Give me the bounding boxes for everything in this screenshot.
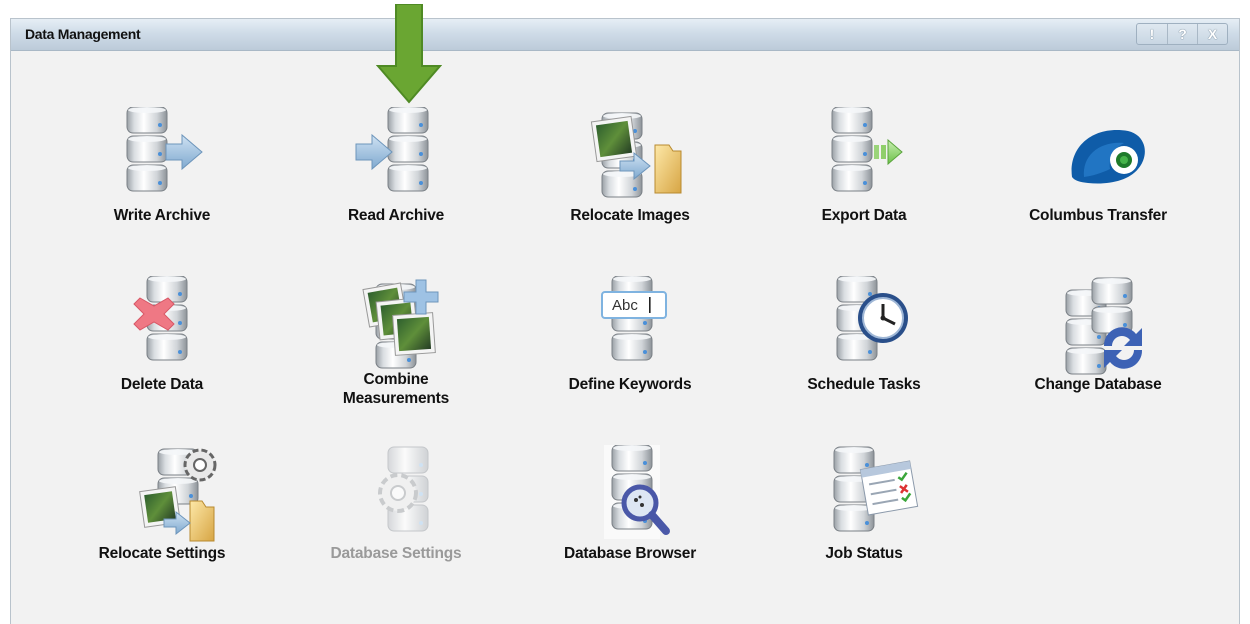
job-status-tile[interactable]: Job Status [764,445,964,595]
job-status-checklist-icon [833,446,919,532]
tile-label: Write Archive [113,207,211,224]
database-export-data-icon [804,107,903,207]
tile-label: Columbus Transfer [1029,207,1167,224]
tile-label: Relocate Images [570,207,690,224]
export-data-tile[interactable]: Export Data [764,107,964,257]
change-database-tile[interactable]: Change Database [998,276,1198,426]
title-bar: Data Management ! ? X [11,19,1239,51]
tile-label: Job Status [825,545,903,562]
tile-label: Database Settings [330,545,462,562]
read-archive-tile[interactable]: Read Archive [296,107,496,257]
relocate-images-tile[interactable]: Relocate Images [530,107,730,257]
database-browser-tile[interactable]: Database Browser [530,445,730,595]
relocate-settings-icon [139,448,217,542]
relocate-settings-tile[interactable]: Relocate Settings [62,445,262,595]
database-import-arrow-icon [355,107,456,207]
green-down-arrow-icon [376,4,442,104]
tile-label: Schedule Tasks [807,376,921,393]
tile-label: Database Browser [563,545,697,562]
columbus-transfer-tile[interactable]: Columbus Transfer [998,107,1198,257]
database-browser-magnifier-icon [604,445,670,539]
info-button[interactable]: ! [1137,24,1167,44]
schedule-tasks-tile[interactable]: Schedule Tasks [764,276,964,426]
delete-data-tile[interactable]: Delete Data [62,276,262,426]
close-button[interactable]: X [1197,24,1227,44]
columbus-logo-icon [1071,130,1145,184]
window-title: Data Management [25,26,141,42]
write-archive-tile[interactable]: Write Archive [62,107,262,257]
help-button[interactable]: ? [1167,24,1197,44]
change-database-icon [1065,277,1143,375]
define-keywords-icon: Abc [601,276,667,376]
tile-label: Combine Measurements [342,371,450,407]
keywords-field-text: Abc [612,297,638,314]
database-export-arrow-icon [102,107,203,207]
database-settings-tile: Database Settings [296,445,496,595]
tile-label: Relocate Settings [98,545,226,562]
tile-label: Define Keywords [568,376,692,393]
title-bar-buttons: ! ? X [1136,23,1228,45]
define-keywords-tile[interactable]: Abc Define Keywords [530,276,730,426]
database-delete-icon [133,276,222,376]
database-settings-gear-icon [378,446,429,532]
tile-label: Export Data [821,207,907,224]
tile-label: Change Database [1034,376,1162,393]
relocate-images-icon [590,112,682,198]
combine-measurements-icon [362,279,439,369]
combine-measurements-tile[interactable]: Combine Measurements [296,276,496,426]
schedule-clock-icon [804,276,908,376]
tile-label: Delete Data [120,376,204,393]
tile-label: Read Archive [347,207,445,224]
